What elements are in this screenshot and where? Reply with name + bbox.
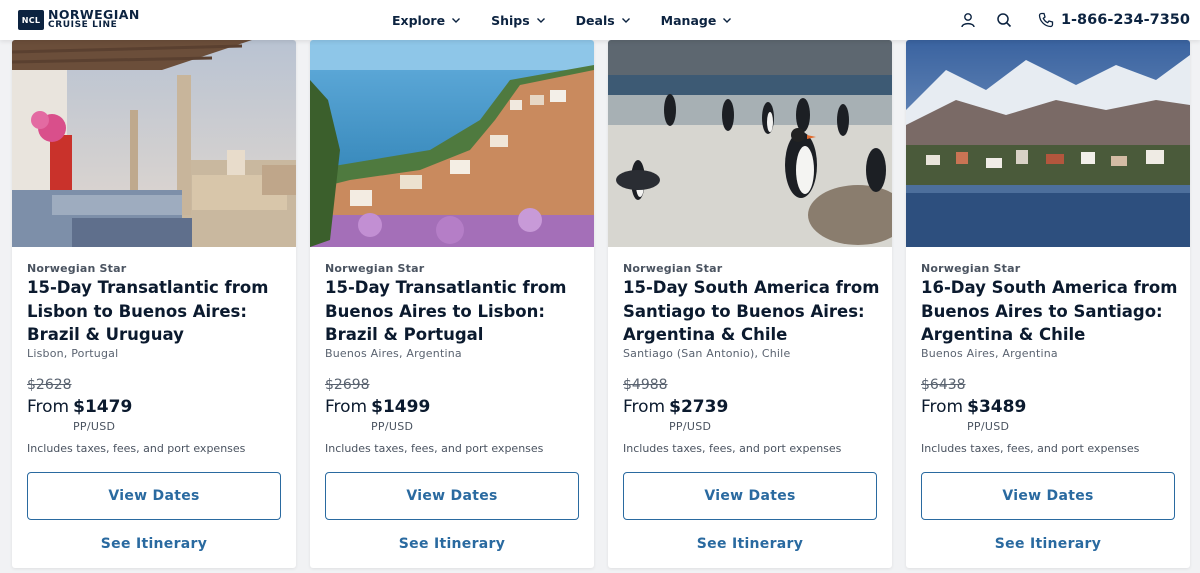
nav-label: Deals [575,12,615,28]
user-icon[interactable] [959,11,977,29]
from-label: From [325,397,368,417]
current-price: From $2739 [623,397,728,417]
phone-link[interactable]: 1-866-234-7350 [1037,11,1190,29]
from-label: From [27,397,70,417]
from-label: From [623,397,666,417]
cruise-card: Norwegian Star 15-Day South America from… [608,40,892,568]
departure-port: Santiago (San Antonio), Chile [623,347,791,360]
nav-label: Explore [392,12,446,28]
cruise-title[interactable]: 15-Day Transatlantic from Buenos Aires t… [325,276,587,347]
current-price: From $1479 [27,397,132,417]
price-amount: $1499 [371,397,431,417]
original-price: $4988 [623,377,668,393]
ship-name: Norwegian Star [325,262,425,275]
original-price: $2698 [325,377,370,393]
nav-manage[interactable]: Manage [661,13,733,28]
lisbon-terrace-image[interactable] [12,40,296,247]
price-note: Includes taxes, fees, and port expenses [623,442,842,455]
see-itinerary-link[interactable]: See Itinerary [906,536,1190,552]
chevron-down-icon [621,18,630,23]
price-note: Includes taxes, fees, and port expenses [27,442,246,455]
price-unit: PP/USD [967,420,1010,433]
nav-deals[interactable]: Deals [576,13,631,28]
current-price: From $1499 [325,397,430,417]
price-note: Includes taxes, fees, and port expenses [921,442,1140,455]
ncl-logo[interactable]: NCL NORWEGIAN CRUISE LINE [18,8,140,32]
chevron-down-icon [723,18,732,23]
departure-port: Buenos Aires, Argentina [921,347,1058,360]
phone-number: 1-866-234-7350 [1060,12,1190,28]
price-amount: $1479 [73,397,133,417]
price-note: Includes taxes, fees, and port expenses [325,442,544,455]
nav-label: Ships [491,12,530,28]
ship-name: Norwegian Star [27,262,127,275]
departure-port: Lisbon, Portugal [27,347,119,360]
view-dates-button[interactable]: View Dates [623,472,877,520]
penguins-beach-image[interactable] [608,40,892,247]
nav-label: Manage [660,12,717,28]
cruise-card: Norwegian Star 16-Day South America from… [906,40,1190,568]
site-header: NCL NORWEGIAN CRUISE LINE Explore Ships … [0,0,1200,40]
view-dates-button[interactable]: View Dates [325,472,579,520]
main-nav: Explore Ships Deals Manage [392,0,762,40]
cruise-card: Norwegian Star 15-Day Transatlantic from… [310,40,594,568]
price-unit: PP/USD [371,420,414,433]
ship-name: Norwegian Star [921,262,1021,275]
see-itinerary-link[interactable]: See Itinerary [310,536,594,552]
logo-line1: NORWEGIAN [48,7,140,22]
view-dates-button[interactable]: View Dates [27,472,281,520]
departure-port: Buenos Aires, Argentina [325,347,462,360]
from-label: From [921,397,964,417]
chevron-down-icon [452,18,461,23]
view-dates-button[interactable]: View Dates [921,472,1175,520]
price-unit: PP/USD [73,420,116,433]
chevron-down-icon [536,18,545,23]
price-amount: $2739 [669,397,729,417]
original-price: $2628 [27,377,72,393]
ship-name: Norwegian Star [623,262,723,275]
see-itinerary-link[interactable]: See Itinerary [608,536,892,552]
cruise-title[interactable]: 15-Day Transatlantic from Lisbon to Buen… [27,276,289,347]
search-icon[interactable] [995,11,1013,29]
utility-nav: 1-866-234-7350 [941,0,1190,40]
coastal-town-image[interactable] [310,40,594,247]
current-price: From $3489 [921,397,1026,417]
see-itinerary-link[interactable]: See Itinerary [12,536,296,552]
mountain-harbor-image[interactable] [906,40,1190,247]
cruise-title[interactable]: 16-Day South America from Buenos Aires t… [921,276,1183,347]
logo-badge: NCL [18,10,44,30]
price-amount: $3489 [967,397,1027,417]
cruise-card: Norwegian Star 15-Day Transatlantic from… [12,40,296,568]
nav-ships[interactable]: Ships [491,13,546,28]
price-unit: PP/USD [669,420,712,433]
nav-explore[interactable]: Explore [392,13,461,28]
phone-icon [1037,11,1055,29]
original-price: $6438 [921,377,966,393]
cruise-title[interactable]: 15-Day South America from Santiago to Bu… [623,276,885,347]
